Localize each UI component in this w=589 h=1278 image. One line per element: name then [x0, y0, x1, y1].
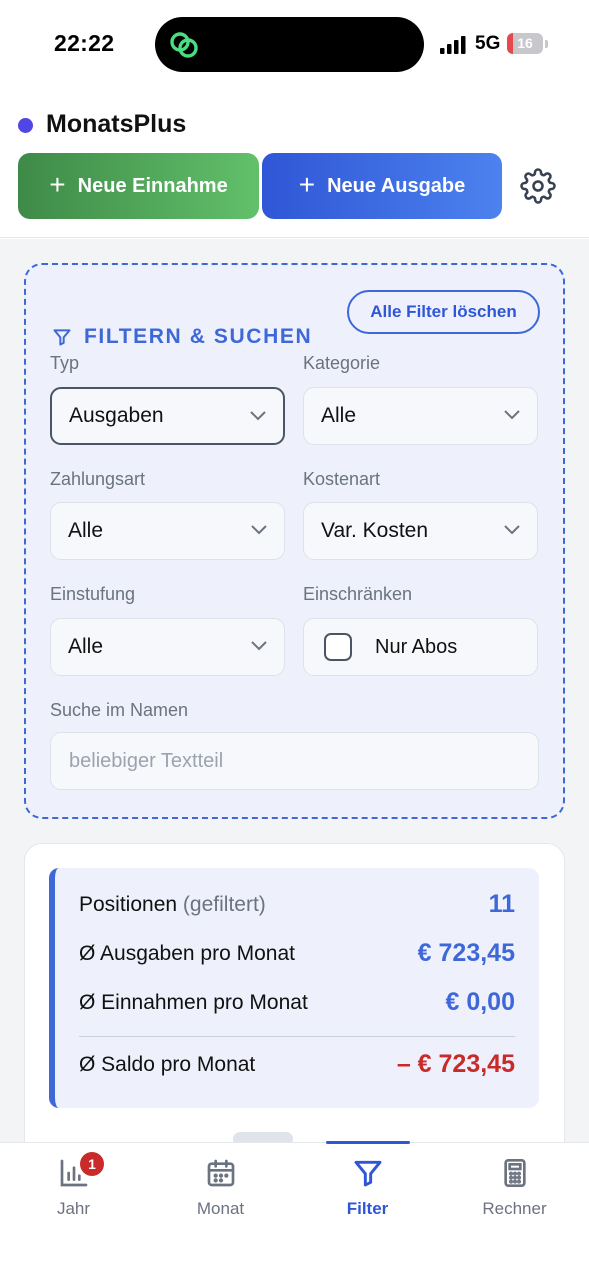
chevron-down-icon	[251, 525, 267, 535]
divider	[79, 1036, 515, 1037]
balance-row: Ø Saldo pro Monat – € 723,45	[79, 1050, 515, 1079]
income-value: € 0,00	[445, 988, 515, 1016]
tab-rechner-label: Rechner	[482, 1199, 547, 1218]
balance-label: Ø Saldo pro Monat	[79, 1052, 256, 1076]
plus-icon: +	[298, 168, 316, 200]
tab-monat[interactable]: Monat	[147, 1143, 294, 1233]
gear-icon[interactable]	[520, 168, 556, 204]
summary-panel: Positionen (gefiltert) 11 Ø Ausgaben pro…	[49, 868, 539, 1108]
filter-icon	[53, 329, 71, 346]
search-input[interactable]	[50, 732, 539, 790]
clock: 22:22	[54, 30, 115, 56]
notification-badge: 1	[80, 1152, 104, 1176]
app-title: MonatsPlus	[46, 110, 187, 138]
new-income-button[interactable]: + Neue Einnahme	[18, 153, 259, 219]
positions-label-group: Positionen (gefiltert)	[79, 893, 266, 917]
balance-value: – € 723,45	[396, 1050, 515, 1078]
kostenart-value: Var. Kosten	[321, 519, 429, 542]
income-label: Ø Einnahmen pro Monat	[79, 990, 308, 1014]
battery-nub	[545, 40, 548, 48]
einstufung-label: Einstufung	[50, 584, 136, 604]
einstufung-select[interactable]: Alle	[50, 618, 285, 676]
search-label: Suche im Namen	[50, 700, 189, 720]
summary-card: Positionen (gefiltert) 11 Ø Ausgaben pro…	[24, 843, 565, 1142]
expenses-label: Ø Ausgaben pro Monat	[79, 941, 295, 965]
only-subscriptions-label: Nur Abos	[375, 635, 458, 658]
kategorie-label: Kategorie	[303, 353, 381, 373]
new-expense-label: Neue Ausgabe	[327, 174, 466, 197]
positions-row: Positionen (gefiltert) 11	[79, 890, 515, 919]
brand-dot	[18, 118, 33, 133]
filter-title: FILTERN & SUCHEN	[52, 325, 312, 349]
tab-rechner[interactable]: Rechner	[441, 1143, 588, 1233]
kostenart-label: Kostenart	[303, 469, 381, 489]
typ-select[interactable]: Ausgaben	[50, 387, 285, 445]
plus-icon: +	[49, 168, 66, 200]
main-content: FILTERN & SUCHEN Alle Filter löschen Typ…	[0, 239, 589, 1142]
signal-icon	[440, 36, 466, 54]
expenses-row: Ø Ausgaben pro Monat € 723,45	[79, 939, 515, 968]
tab-monat-label: Monat	[196, 1199, 245, 1218]
tab-filter-label: Filter	[346, 1199, 389, 1218]
scroll-hint	[233, 1132, 293, 1142]
kategorie-value: Alle	[321, 404, 357, 427]
zahlungsart-label: Zahlungsart	[50, 469, 146, 489]
only-subscriptions-toggle[interactable]: Nur Abos	[303, 618, 538, 676]
expenses-value: € 723,45	[417, 939, 515, 967]
chevron-down-icon	[504, 525, 520, 535]
calculator-icon	[503, 1159, 526, 1187]
einstufung-value: Alle	[68, 635, 104, 658]
tab-filter[interactable]: Filter	[294, 1143, 441, 1233]
chevron-down-icon	[251, 641, 267, 651]
positions-label: Positionen	[79, 892, 178, 916]
zahlungsart-select[interactable]: Alle	[50, 502, 285, 560]
status-bar: 22:22 5G 16	[0, 0, 589, 90]
income-row: Ø Einnahmen pro Monat € 0,00	[79, 988, 515, 1017]
filter-title-text: FILTERN & SUCHEN	[84, 325, 313, 348]
new-expense-button[interactable]: + Neue Ausgabe	[262, 153, 502, 219]
network-type: 5G	[475, 33, 501, 54]
only-subscriptions-checkbox[interactable]	[324, 633, 352, 661]
positions-note: (gefiltert)	[182, 892, 266, 916]
dynamic-island	[155, 17, 424, 72]
kostenart-select[interactable]: Var. Kosten	[303, 502, 538, 560]
tab-bar: Jahr 1 Monat Filter Rechner	[0, 1141, 589, 1278]
filter-panel: FILTERN & SUCHEN Alle Filter löschen Typ…	[24, 263, 565, 819]
battery-icon: 16	[507, 33, 543, 54]
link-app-icon	[170, 32, 198, 58]
tab-jahr[interactable]: Jahr 1	[0, 1143, 147, 1233]
positions-value: 11	[488, 890, 515, 918]
new-income-label: Neue Einnahme	[77, 174, 228, 197]
zahlungsart-value: Alle	[68, 519, 104, 542]
chevron-down-icon	[250, 411, 266, 421]
calendar-icon	[207, 1159, 234, 1187]
kategorie-select[interactable]: Alle	[303, 387, 538, 445]
einschraenken-label: Einschränken	[303, 584, 413, 604]
typ-label: Typ	[50, 353, 80, 373]
chevron-down-icon	[504, 410, 520, 420]
app-header: MonatsPlus + Neue Einnahme + Neue Ausgab…	[0, 100, 589, 238]
tab-jahr-label: Jahr	[56, 1199, 91, 1218]
battery-level: 16	[517, 35, 533, 51]
filter-icon	[354, 1160, 381, 1187]
clear-filters-button[interactable]: Alle Filter löschen	[347, 290, 540, 334]
typ-value: Ausgaben	[69, 404, 164, 427]
